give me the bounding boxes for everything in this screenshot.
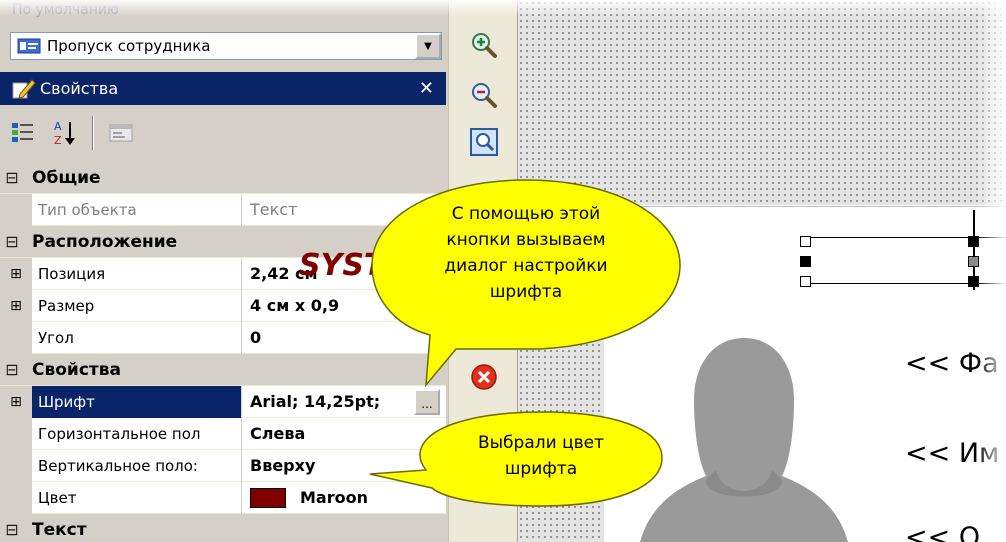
row-gutter xyxy=(0,321,32,354)
callout-text-line: С помощью этой xyxy=(451,204,601,224)
callout-text-line: шрифта xyxy=(489,282,563,302)
properties-panel-header: Свойства ✕ xyxy=(0,72,446,105)
collapse-icon[interactable]: ⊟ xyxy=(0,520,24,539)
color-swatch xyxy=(250,488,286,508)
row-gutter xyxy=(0,481,32,514)
callout-color: Выбрали цвет шрифта xyxy=(360,410,720,520)
combobox-dropdown-button[interactable]: ▼ xyxy=(415,33,441,59)
svg-text:A: A xyxy=(54,120,62,133)
row-gutter xyxy=(0,417,32,450)
resize-handle[interactable] xyxy=(968,276,979,287)
color-name: Maroon xyxy=(300,487,368,507)
categorized-button[interactable] xyxy=(8,118,38,148)
property-name: Позиция xyxy=(32,257,242,290)
property-name: Цвет xyxy=(32,481,242,514)
resize-handle[interactable] xyxy=(968,236,979,247)
zoom-in-icon[interactable] xyxy=(469,30,499,60)
category-label: Общие xyxy=(32,167,101,188)
close-icon[interactable]: ✕ xyxy=(419,78,434,99)
expand-icon[interactable]: ⊞ xyxy=(0,257,32,290)
row-gutter xyxy=(0,193,32,226)
category-label: Текст xyxy=(32,519,87,540)
expand-icon[interactable]: ⊞ xyxy=(0,289,32,322)
categorized-icon xyxy=(12,123,33,142)
property-name: Шрифт xyxy=(32,385,242,418)
property-pages-button[interactable] xyxy=(106,118,136,148)
category-label: Свойства xyxy=(32,359,121,380)
category-label: Расположение xyxy=(32,231,178,252)
field-name[interactable]: << Им xyxy=(905,438,999,469)
toolbar-separator xyxy=(92,116,94,150)
template-list-item-default[interactable]: По умолчанию xyxy=(0,0,448,30)
resize-handle[interactable] xyxy=(968,256,979,267)
property-name: Горизонтальное пол xyxy=(32,417,242,450)
template-combobox[interactable]: Пропуск сотрудника ▼ xyxy=(10,32,442,60)
svg-text:Z: Z xyxy=(54,134,62,147)
callout-text-line: кнопки вызываем xyxy=(446,230,606,250)
template-item-label: По умолчанию xyxy=(12,2,119,18)
panel-title: Свойства xyxy=(40,79,119,98)
field-patronymic[interactable]: << О xyxy=(905,522,980,542)
collapse-icon[interactable]: ⊟ xyxy=(0,360,24,379)
property-name: Вертикальное поло: xyxy=(32,449,242,482)
callout-text-line: Выбрали цвет xyxy=(477,433,605,453)
expand-icon[interactable]: ⊞ xyxy=(0,385,32,418)
resize-handle[interactable] xyxy=(800,256,811,267)
sort-alphabetical-button[interactable]: A Z xyxy=(50,118,80,148)
resize-handle[interactable] xyxy=(800,276,811,287)
id-card-icon xyxy=(17,38,41,54)
properties-pencil-icon xyxy=(12,78,36,99)
collapse-icon[interactable]: ⊟ xyxy=(0,168,24,187)
callout-text-line: диалог настройки xyxy=(444,256,608,276)
property-name: Тип объекта xyxy=(32,193,242,226)
callout-font-button: С помощью этой кнопки вызываем диалог на… xyxy=(320,175,740,415)
properties-toolbar: A Z xyxy=(0,107,446,159)
callout-text-line: шрифта xyxy=(504,459,578,479)
triangle-down-icon: ▼ xyxy=(424,40,432,52)
zoom-fit-icon[interactable] xyxy=(469,127,499,157)
field-surname[interactable]: << Фа xyxy=(905,348,999,379)
property-pages-icon xyxy=(109,124,133,142)
resize-handle[interactable] xyxy=(800,236,811,247)
collapse-icon[interactable]: ⊟ xyxy=(0,232,24,251)
combobox-value: Пропуск сотрудника xyxy=(47,37,211,55)
zoom-out-icon[interactable] xyxy=(469,80,499,110)
property-name: Размер xyxy=(32,289,242,322)
property-name: Угол xyxy=(32,321,242,354)
sort-az-icon: A Z xyxy=(54,120,75,147)
row-gutter xyxy=(0,449,32,482)
